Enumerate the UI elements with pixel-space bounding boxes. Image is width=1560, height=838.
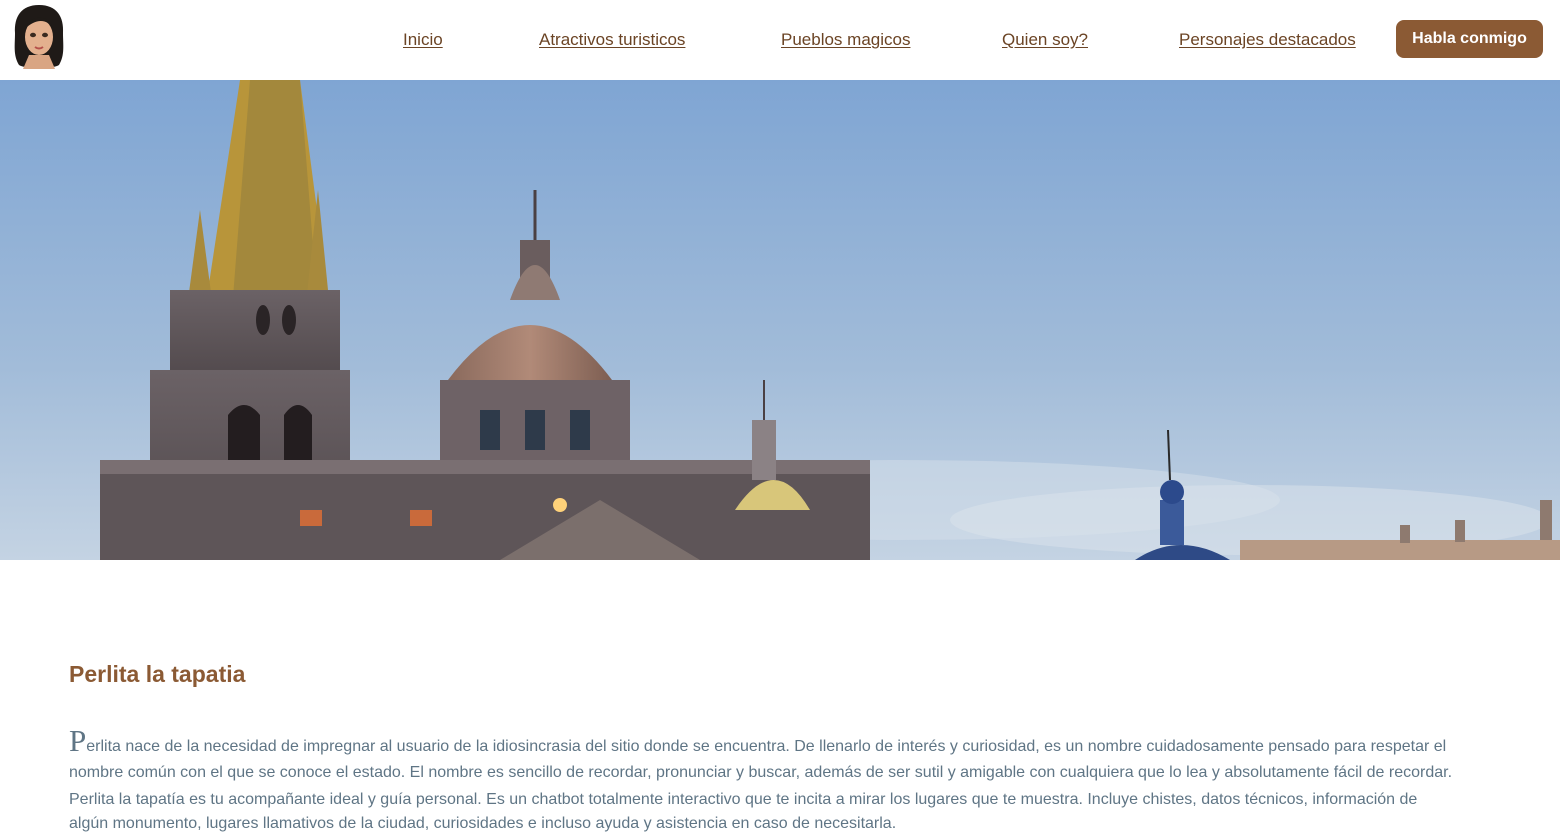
intro-paragraph: Perlita nace de la necesidad de impregna…	[69, 725, 1489, 835]
nav-link-inicio[interactable]: Inicio	[403, 30, 443, 50]
paragraph-line: Perlita la tapatía es tu acompañante ide…	[69, 791, 1418, 808]
nav-link-pueblos-magicos[interactable]: Pueblos magicos	[781, 30, 910, 50]
paragraph-line: erlita nace de la necesidad de impregnar…	[86, 738, 1447, 755]
nav-link-quien-soy[interactable]: Quien soy?	[1002, 30, 1088, 50]
nav-link-personajes-destacados[interactable]: Personajes destacados	[1179, 30, 1356, 50]
habla-conmigo-button[interactable]: Habla conmigo	[1396, 20, 1543, 58]
hero-image	[0, 80, 1560, 560]
page-title: Perlita la tapatia	[69, 661, 246, 687]
paragraph-line: nombre común con el que se conoce el est…	[69, 764, 1453, 781]
site-header: Inicio Atractivos turisticos Pueblos mag…	[0, 0, 1560, 80]
nav-link-atractivos-turisticos[interactable]: Atractivos turisticos	[539, 30, 685, 50]
paragraph-line: algún monumento, lugares llamativos de l…	[69, 815, 897, 832]
cathedral-photo	[0, 80, 1560, 560]
avatar-woman-icon[interactable]	[11, 3, 67, 69]
drop-cap: P	[69, 723, 87, 758]
